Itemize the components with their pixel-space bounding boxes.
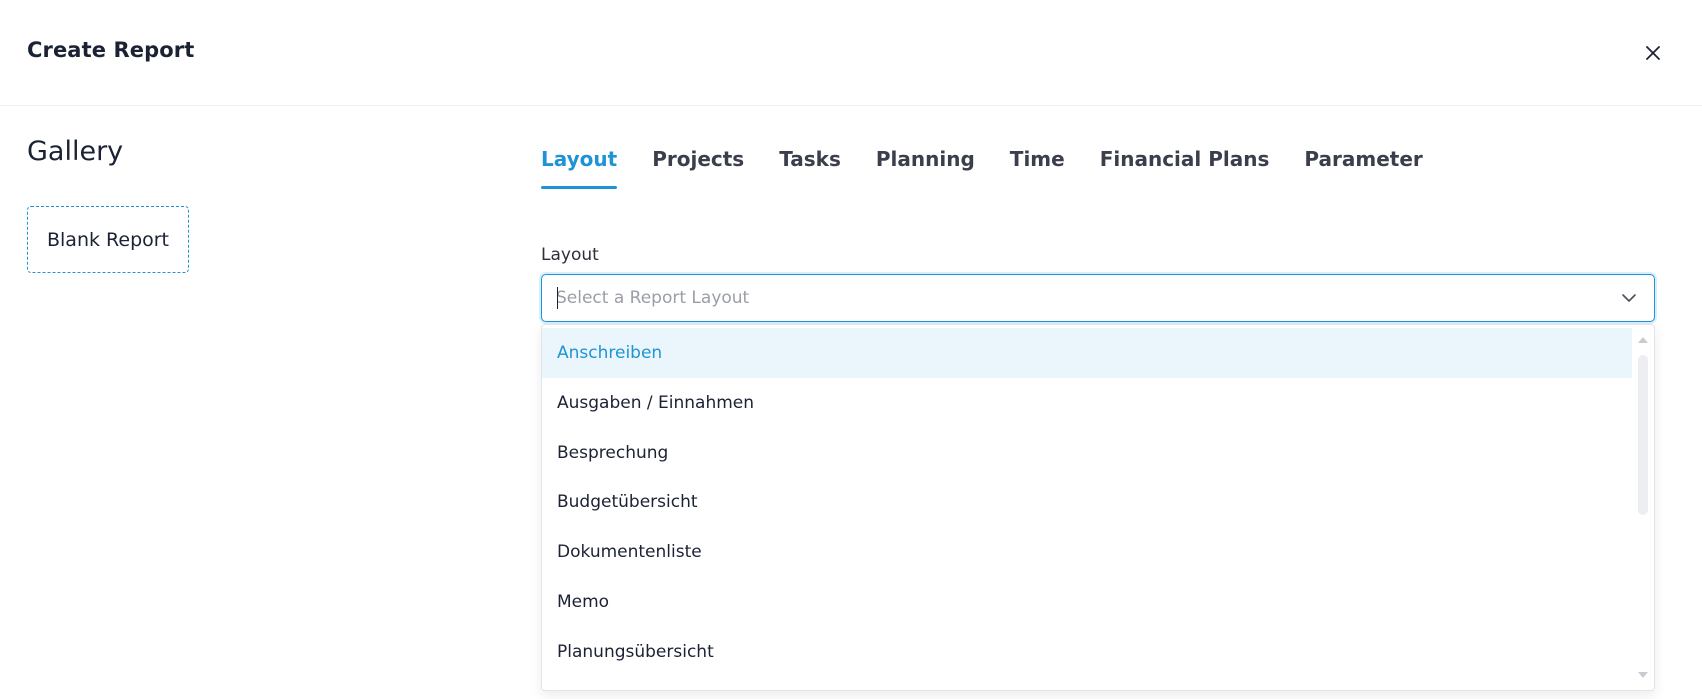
tab-financial-plans[interactable]: Financial Plans (1100, 145, 1270, 189)
scroll-down-arrow-icon[interactable] (1638, 672, 1648, 678)
scroll-up-arrow-icon[interactable] (1638, 337, 1648, 343)
dropdown-option-besprechung[interactable]: Besprechung (542, 428, 1632, 478)
tab-time[interactable]: Time (1010, 145, 1065, 189)
tab-parameter[interactable]: Parameter (1304, 145, 1422, 189)
text-caret (557, 287, 558, 309)
gallery-title: Gallery (27, 136, 124, 167)
create-report-dialog: Create Report Gallery Blank Report Layou… (0, 0, 1702, 699)
dropdown-option-planungsuebersicht[interactable]: Planungsübersicht (542, 627, 1632, 677)
close-icon (1646, 46, 1660, 60)
layout-dropdown: Anschreiben Ausgaben / Einnahmen Besprec… (541, 324, 1655, 691)
dropdown-scrollbar[interactable] (1632, 325, 1654, 690)
layout-select-input[interactable] (556, 275, 1556, 320)
scrollbar-thumb[interactable] (1638, 355, 1648, 515)
tab-projects[interactable]: Projects (652, 145, 744, 189)
dialog-header: Create Report (0, 0, 1702, 106)
dropdown-option-memo[interactable]: Memo (542, 577, 1632, 627)
tab-layout[interactable]: Layout (541, 145, 618, 189)
close-button[interactable] (1640, 40, 1666, 66)
blank-report-card[interactable]: Blank Report (27, 206, 189, 273)
dropdown-option-budgetuebersicht[interactable]: Budgetübersicht (542, 477, 1632, 527)
dropdown-option-anschreiben[interactable]: Anschreiben (542, 328, 1632, 378)
layout-select[interactable] (541, 274, 1655, 322)
report-tabs: Layout Projects Tasks Planning Time Fina… (541, 145, 1458, 189)
dropdown-option-dokumentenliste[interactable]: Dokumentenliste (542, 527, 1632, 577)
layout-field-label: Layout (541, 245, 599, 265)
dropdown-option-ausgaben-einnahmen[interactable]: Ausgaben / Einnahmen (542, 378, 1632, 428)
tab-tasks[interactable]: Tasks (779, 145, 841, 189)
dialog-title: Create Report (27, 38, 195, 62)
chevron-down-icon[interactable] (1620, 289, 1638, 307)
tab-planning[interactable]: Planning (876, 145, 975, 189)
